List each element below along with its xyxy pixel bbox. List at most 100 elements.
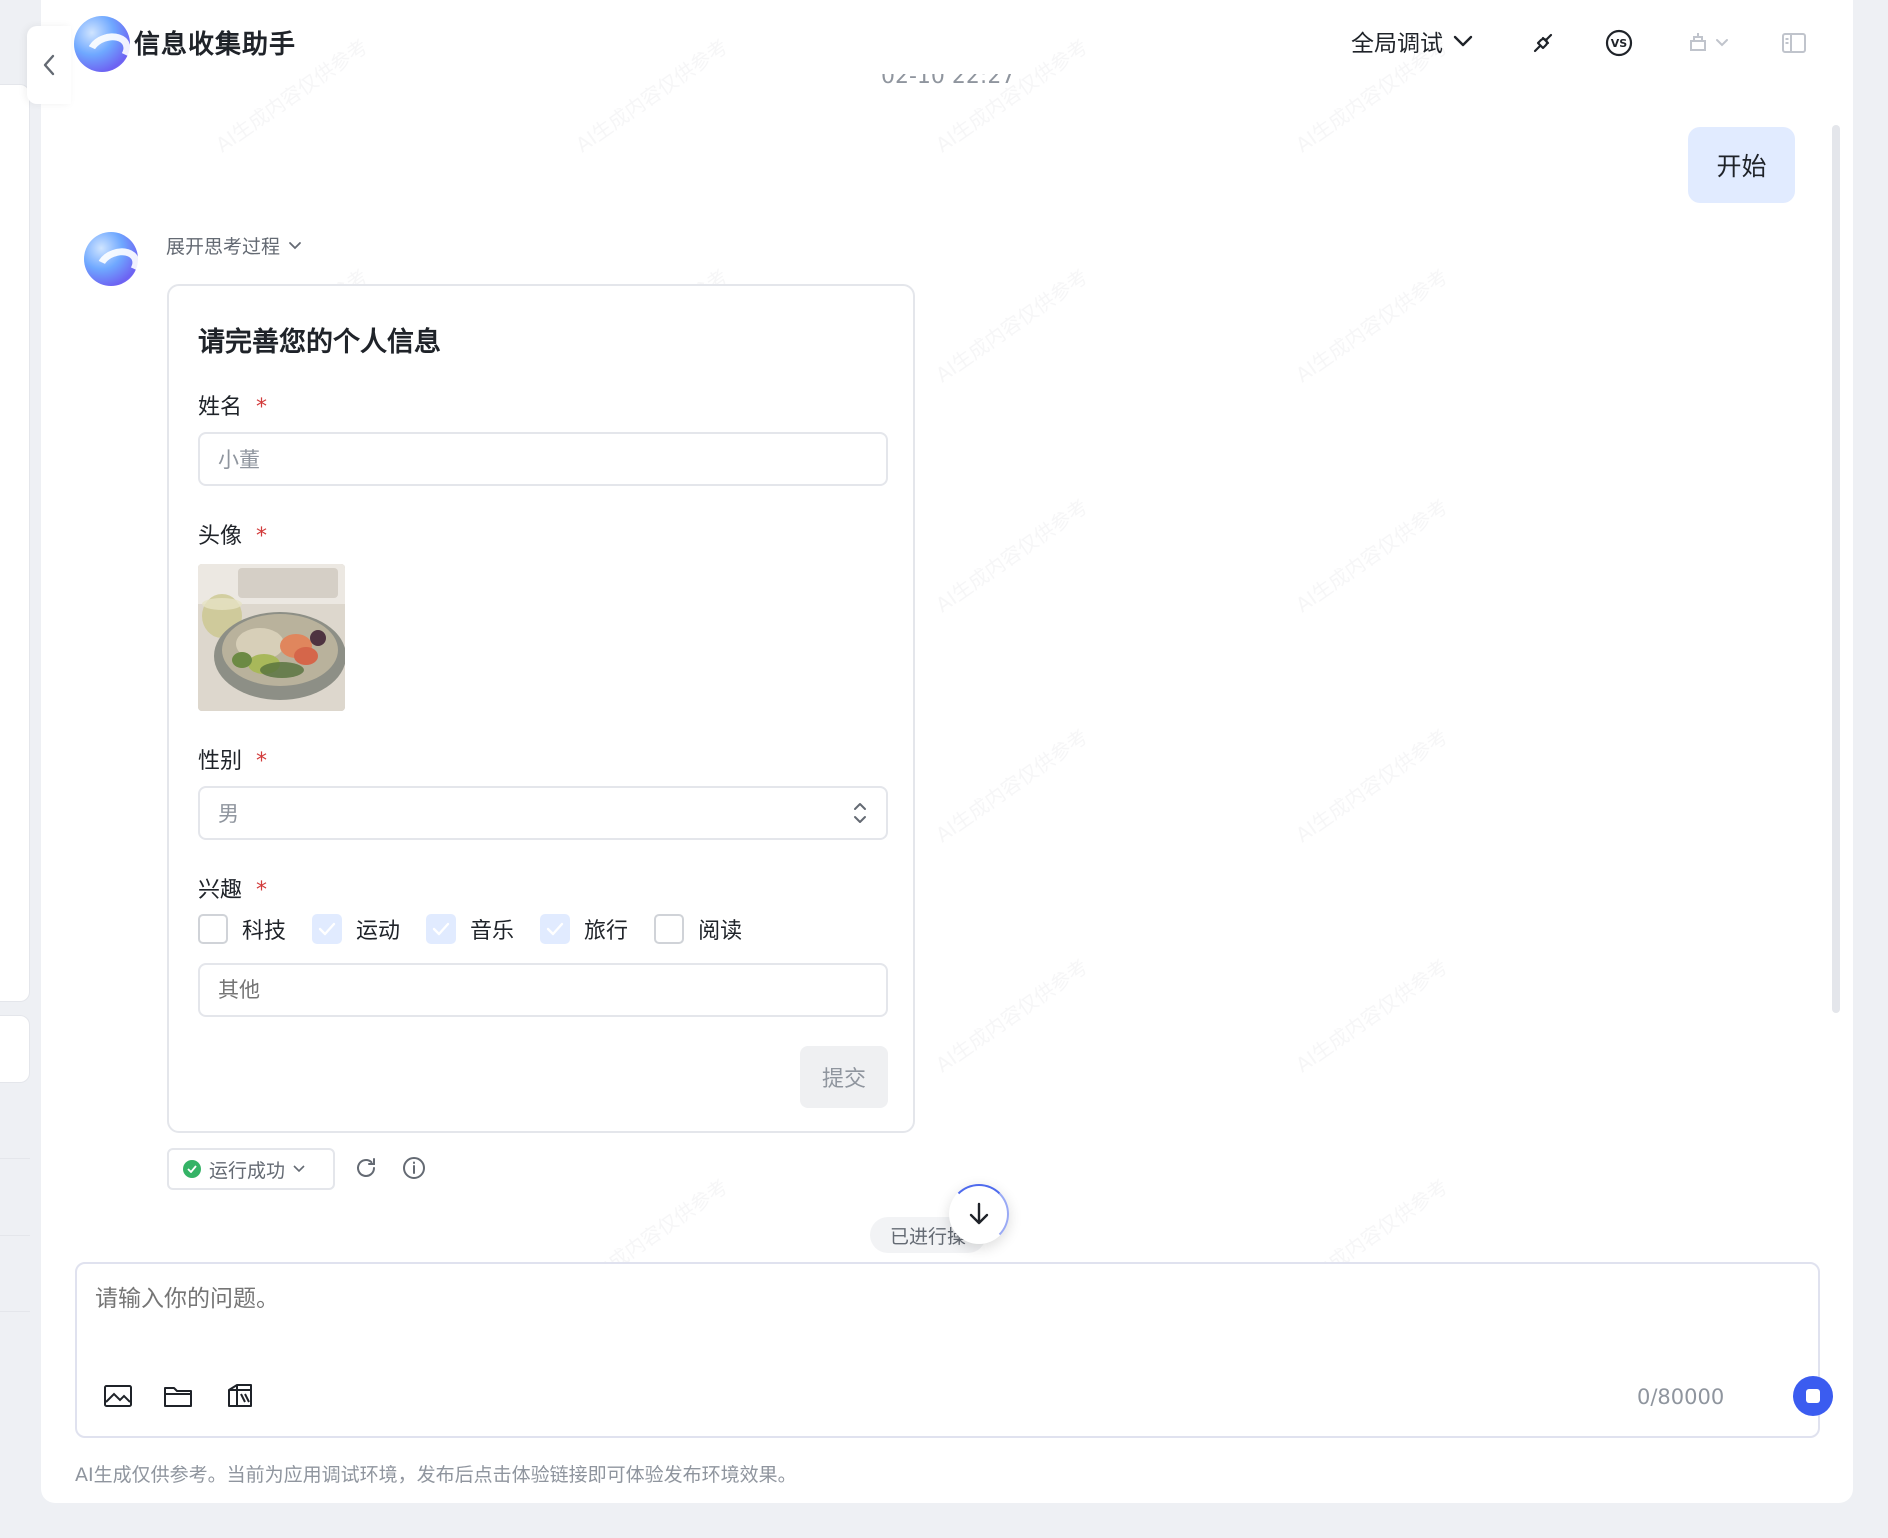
other-interest-input[interactable] <box>198 963 888 1017</box>
plugin-icon <box>1533 33 1553 53</box>
gender-select[interactable]: 男 <box>198 786 888 840</box>
avatar-image[interactable] <box>198 564 345 711</box>
refresh-icon <box>357 1158 375 1177</box>
plugin-button[interactable] <box>1526 26 1560 60</box>
check-icon <box>432 922 450 936</box>
name-field-label: 姓名 * <box>198 389 267 421</box>
chat-panel: AI生成内容仅供参考 AI生成内容仅供参考 AI生成内容仅供参考 AI生成内容仅… <box>41 0 1853 1503</box>
stop-icon <box>1806 1389 1820 1403</box>
divider <box>0 1235 30 1236</box>
message-timestamp: 02-10 22:27 <box>881 74 1016 88</box>
publish-icon <box>1690 33 1728 51</box>
expand-thinking-toggle[interactable]: 展开思考过程 <box>166 232 302 259</box>
watermark: AI生成内容仅供参考 <box>1291 494 1453 618</box>
checkbox-checked[interactable] <box>312 914 343 944</box>
option-label: 阅读 <box>698 919 743 944</box>
info-icon <box>403 1157 425 1179</box>
left-panel-card <box>0 84 30 1002</box>
scrollbar[interactable] <box>1832 125 1840 1013</box>
form-title: 请完善您的个人信息 <box>198 327 441 358</box>
select-arrows-icon <box>854 803 866 823</box>
watermark: AI生成内容仅供参考 <box>1291 724 1453 848</box>
gender-select-value: 男 <box>218 802 239 826</box>
submit-button[interactable]: 提交 <box>800 1046 888 1108</box>
success-icon <box>183 1160 201 1178</box>
interests-field-label: 兴趣 * <box>198 872 267 904</box>
gender-label-text: 性别 <box>198 749 243 774</box>
app-title: 信息收集助手 <box>134 30 297 60</box>
option-label: 音乐 <box>470 919 515 944</box>
chevron-down-icon <box>293 1165 305 1173</box>
left-sidebar-edge <box>0 0 30 1538</box>
interest-option-travel[interactable]: 旅行 <box>540 913 628 945</box>
avatar-field-label: 头像 * <box>198 518 267 550</box>
publish-dropdown[interactable] <box>1679 26 1739 60</box>
option-label: 旅行 <box>584 919 629 944</box>
checkbox-checked[interactable] <box>426 914 457 944</box>
run-status-dropdown[interactable]: 运行成功 <box>167 1148 335 1190</box>
debug-scope-dropdown[interactable]: 全局调试 <box>1351 24 1473 58</box>
regenerate-button[interactable] <box>350 1152 382 1184</box>
image-icon <box>104 1385 132 1407</box>
sidebar-icon <box>1782 33 1806 53</box>
interest-option-music[interactable]: 音乐 <box>426 913 514 945</box>
option-label: 科技 <box>242 919 287 944</box>
think-toggle-label: 展开思考过程 <box>166 236 281 258</box>
divider <box>0 1158 30 1159</box>
interest-option-reading[interactable]: 阅读 <box>654 913 742 945</box>
check-icon <box>318 922 336 936</box>
interest-option-tech[interactable]: 科技 <box>198 913 286 945</box>
info-button[interactable] <box>398 1152 430 1184</box>
checkbox[interactable] <box>654 914 685 944</box>
watermark: AI生成内容仅供参考 <box>931 264 1093 388</box>
chevron-down-icon <box>1453 35 1473 47</box>
run-status-label: 运行成功 <box>209 1159 286 1182</box>
stop-generation-button[interactable] <box>1793 1376 1833 1416</box>
scroll-to-bottom-button[interactable] <box>949 1184 1009 1244</box>
required-mark: * <box>256 524 268 549</box>
toggle-sidebar-button[interactable] <box>1777 26 1811 60</box>
knowledge-icon <box>228 1384 252 1407</box>
assistant-avatar <box>84 232 138 286</box>
upload-image-button[interactable] <box>101 1379 135 1413</box>
checkbox-checked[interactable] <box>540 914 571 944</box>
interests-label-text: 兴趣 <box>198 878 243 903</box>
folder-icon <box>164 1387 192 1407</box>
divider <box>0 1311 30 1312</box>
watermark: AI生成内容仅供参考 <box>931 724 1093 848</box>
avatar-label-text: 头像 <box>198 524 243 549</box>
interests-checkbox-group: 科技 运动 音乐 旅行 阅读 <box>198 913 768 945</box>
ai-disclaimer: AI生成仅供参考。当前为应用调试环境，发布后点击体验链接即可体验发布环境效果。 <box>75 1464 797 1486</box>
arrow-down-icon <box>969 1202 989 1225</box>
debug-scope-label: 全局调试 <box>1351 31 1443 57</box>
interest-option-sports[interactable]: 运动 <box>312 913 400 945</box>
watermark: AI生成内容仅供参考 <box>931 954 1093 1078</box>
watermark: AI生成内容仅供参考 <box>931 494 1093 618</box>
knowledge-base-button[interactable] <box>223 1379 257 1413</box>
checkbox[interactable] <box>198 914 228 944</box>
required-mark: * <box>256 395 268 420</box>
required-mark: * <box>256 878 268 903</box>
char-counter: 0/80000 <box>1637 1385 1725 1409</box>
name-input[interactable]: 小董 <box>198 432 888 486</box>
watermark: AI生成内容仅供参考 <box>1291 264 1453 388</box>
info-form-card: 请完善您的个人信息 姓名 * 小董 头像 * 性别 * 男 兴趣 * 科技 运动… <box>167 284 915 1133</box>
watermark: AI生成内容仅供参考 <box>1291 954 1453 1078</box>
name-label-text: 姓名 <box>198 395 243 420</box>
question-input[interactable] <box>95 1286 1595 1312</box>
gender-field-label: 性别 * <box>198 743 267 775</box>
food-photo <box>198 564 345 711</box>
message-composer: 0/80000 <box>75 1262 1833 1438</box>
chevron-down-icon <box>289 241 301 249</box>
name-input-value: 小董 <box>218 448 260 472</box>
upload-file-button[interactable] <box>161 1379 195 1413</box>
svg-text:VS: VS <box>1611 37 1628 50</box>
vs-icon: VS <box>1605 29 1633 57</box>
left-panel-card <box>0 1015 30 1083</box>
vs-button[interactable]: VS <box>1602 26 1636 60</box>
chevron-left-icon <box>43 54 55 76</box>
app-logo <box>74 16 130 72</box>
required-mark: * <box>256 749 268 774</box>
option-label: 运动 <box>356 919 401 944</box>
collapse-sidebar-button[interactable] <box>27 26 71 104</box>
